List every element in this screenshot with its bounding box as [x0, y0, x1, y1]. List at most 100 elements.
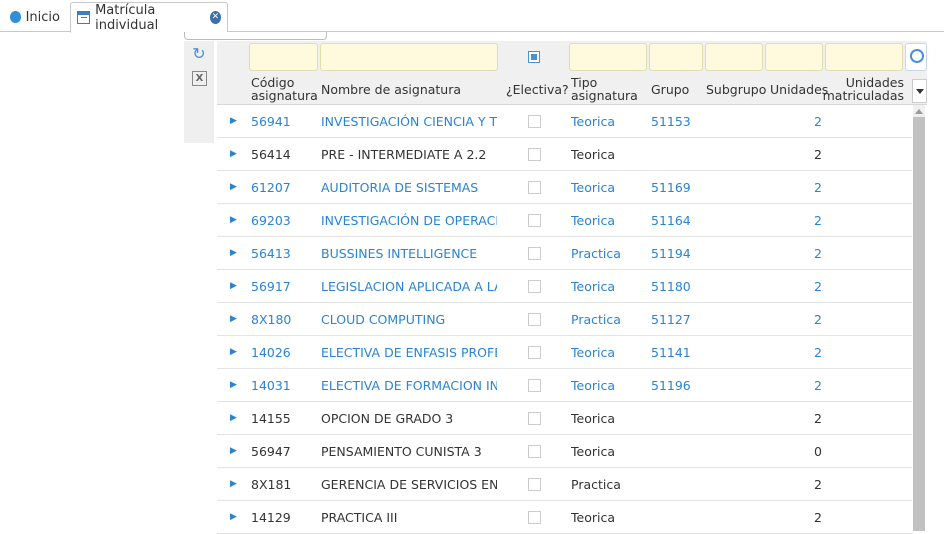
cell-codigo[interactable]: 56413 [251, 237, 313, 270]
cell-grupo[interactable]: 51169 [651, 171, 711, 204]
table-row[interactable]: ▶ 8X180 CLOUD COMPUTING Practica 51127 2 [217, 303, 912, 336]
cell-electiva-checkbox[interactable] [528, 478, 541, 491]
cell-nombre[interactable]: CLOUD COMPUTING [321, 303, 497, 336]
cell-grupo[interactable]: 51127 [651, 303, 711, 336]
cell-unidades: 2 [814, 345, 822, 360]
cell-nombre[interactable]: INVESTIGACIÓN CIENCIA Y TECN [321, 105, 497, 138]
table-row[interactable]: ▶ 56413 BUSSINES INTELLIGENCE Practica 51194… [217, 237, 912, 270]
filter-tipo-input[interactable] [569, 43, 647, 71]
filter-electiva-checkbox[interactable] [528, 51, 540, 63]
cell-electiva-checkbox[interactable] [528, 511, 541, 524]
cell-codigo[interactable]: 56917 [251, 270, 313, 303]
filter-nombre-input[interactable] [320, 43, 498, 71]
cell-tipo[interactable]: Practica [571, 237, 641, 270]
table-row[interactable]: ▶ 8X181 GERENCIA DE SERVICIOS EN TEL Practi… [217, 468, 912, 501]
table-row[interactable]: ▶ 56941INVESTIGACIÓN CIENCIA Y TECN Teoric… [217, 105, 912, 138]
filter-unidades-matriculadas-input[interactable] [825, 43, 903, 71]
cell-nombre[interactable]: BUSSINES INTELLIGENCE [321, 237, 497, 270]
cell-codigo[interactable]: 69203 [251, 204, 313, 237]
cell-electiva-checkbox[interactable] [528, 247, 541, 260]
cell-tipo[interactable]: Teorica [571, 105, 641, 138]
cell-tipo[interactable]: Teorica [571, 270, 641, 303]
expand-row-icon[interactable]: ▶ [230, 204, 240, 237]
expand-row-icon[interactable]: ▶ [230, 369, 240, 402]
cell-tipo[interactable]: Practica [571, 303, 641, 336]
cell-tipo[interactable]: Teorica [571, 336, 641, 369]
cell-grupo[interactable]: 51141 [651, 336, 711, 369]
header-unidades[interactable]: Unidades [770, 73, 828, 105]
cell-nombre[interactable]: INVESTIGACIÓN DE OPERACION [321, 204, 497, 237]
home-dot-icon [10, 11, 21, 23]
cell-grupo[interactable]: 51153 [651, 105, 711, 138]
header-grupo[interactable]: Grupo [651, 73, 701, 105]
search-icon[interactable] [905, 43, 927, 71]
cell-codigo[interactable]: 56941 [251, 105, 313, 138]
cell-electiva-checkbox[interactable] [528, 181, 541, 194]
expand-row-icon[interactable]: ▶ [230, 435, 240, 468]
close-tab-icon[interactable]: ✕ [209, 11, 221, 24]
cell-grupo[interactable]: 51196 [651, 369, 711, 402]
cell-unidades: 2 [814, 510, 822, 525]
header-tipo[interactable]: Tipo asignatura [571, 73, 641, 105]
header-nombre[interactable]: Nombre de asignatura [321, 73, 499, 105]
table-row[interactable]: ▶ 56917LEGISLACION APLICADA A LA IN Teoric… [217, 270, 912, 303]
cell-grupo[interactable]: 51164 [651, 204, 711, 237]
cell-nombre[interactable]: LEGISLACION APLICADA A LA IN [321, 270, 497, 303]
cell-nombre[interactable]: ELECTIVA DE ENFASIS PROFESIC [321, 336, 497, 369]
table-row[interactable]: ▶ 69203INVESTIGACIÓN DE OPERACION Teorica 5… [217, 204, 912, 237]
column-menu-button[interactable] [912, 79, 927, 103]
header-subgrupo[interactable]: Subgrupo [706, 73, 766, 105]
expand-row-icon[interactable]: ▶ [230, 105, 240, 138]
cell-electiva-checkbox[interactable] [528, 313, 541, 326]
expand-row-icon[interactable]: ▶ [230, 138, 240, 171]
cell-electiva-checkbox[interactable] [528, 214, 541, 227]
cell-electiva-checkbox[interactable] [528, 148, 541, 161]
header-electiva[interactable]: ¿Electiva? [506, 73, 569, 105]
cell-tipo[interactable]: Teorica [571, 369, 641, 402]
header-codigo[interactable]: Código asignatura [251, 73, 318, 105]
cell-codigo[interactable]: 14031 [251, 369, 313, 402]
table-row[interactable]: ▶ 14026ELECTIVA DE ENFASIS PROFESIC Teoric… [217, 336, 912, 369]
expand-row-icon[interactable]: ▶ [230, 336, 240, 369]
expand-row-icon[interactable]: ▶ [230, 501, 240, 534]
cell-grupo[interactable]: 51180 [651, 270, 711, 303]
cell-electiva-checkbox[interactable] [528, 379, 541, 392]
refresh-icon[interactable]: ↻ [190, 45, 208, 63]
tab-inicio[interactable]: Inicio [4, 2, 66, 32]
cell-codigo[interactable]: 8X180 [251, 303, 313, 336]
header-unidades-matriculadas[interactable]: Unidades matriculadas [823, 73, 904, 105]
expand-row-icon[interactable]: ▶ [230, 270, 240, 303]
tab-matricula-individual[interactable]: Matrícula individual ✕ [70, 2, 228, 33]
cell-electiva-checkbox[interactable] [528, 346, 541, 359]
filter-codigo-input[interactable] [249, 43, 318, 71]
cell-unidades: 2 [814, 213, 822, 228]
filter-subgrupo-input[interactable] [705, 43, 763, 71]
cell-nombre[interactable]: ELECTIVA DE FORMACION INTEG [321, 369, 497, 402]
filter-unidades-input[interactable] [765, 43, 823, 71]
cell-electiva-checkbox[interactable] [528, 115, 541, 128]
expand-row-icon[interactable]: ▶ [230, 171, 240, 204]
excel-export-icon[interactable]: X [192, 71, 207, 86]
table-row[interactable]: ▶ 56947 PENSAMIENTO CUNISTA 3 Teorica 0 [217, 435, 912, 468]
cell-nombre[interactable]: AUDITORIA DE SISTEMAS [321, 171, 497, 204]
table-row[interactable]: ▶ 14129 PRACTICA III Teorica 2 [217, 501, 912, 534]
cell-codigo[interactable]: 14026 [251, 336, 313, 369]
cell-tipo[interactable]: Teorica [571, 204, 641, 237]
table-row[interactable]: ▶ 56414 PRE - INTERMEDIATE A 2.2 Teorica 2 [217, 138, 912, 171]
cell-grupo[interactable]: 51194 [651, 237, 711, 270]
scroll-up-icon[interactable] [913, 105, 925, 117]
expand-row-icon[interactable]: ▶ [230, 402, 240, 435]
expand-row-icon[interactable]: ▶ [230, 237, 240, 270]
expand-row-icon[interactable]: ▶ [230, 468, 240, 501]
cell-codigo[interactable]: 61207 [251, 171, 313, 204]
expand-row-icon[interactable]: ▶ [230, 303, 240, 336]
cell-tipo[interactable]: Teorica [571, 171, 641, 204]
vertical-scrollbar[interactable] [913, 105, 925, 531]
cell-electiva-checkbox[interactable] [528, 412, 541, 425]
filter-grupo-input[interactable] [649, 43, 703, 71]
table-row[interactable]: ▶ 14031ELECTIVA DE FORMACION INTEG Teorica… [217, 369, 912, 402]
cell-electiva-checkbox[interactable] [528, 445, 541, 458]
cell-electiva-checkbox[interactable] [528, 280, 541, 293]
table-row[interactable]: ▶ 14155 OPCION DE GRADO 3 Teorica 2 [217, 402, 912, 435]
table-row[interactable]: ▶ 61207 AUDITORIA DE SISTEMAS Teorica 51169 2 [217, 171, 912, 204]
